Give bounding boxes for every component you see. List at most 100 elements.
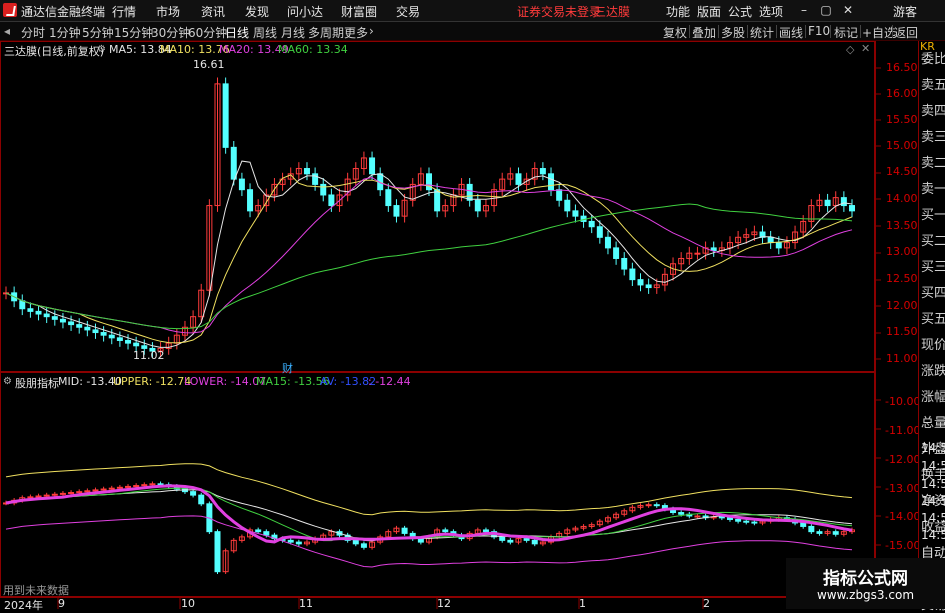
trade-time-label: 14:55	[921, 459, 945, 473]
menu-item-market[interactable]: 市场	[156, 3, 180, 20]
btn-back[interactable]: 返回	[894, 24, 918, 41]
trade-time-label: 14:56	[921, 511, 945, 525]
btn-f10[interactable]: F10	[808, 24, 830, 38]
period-tab-5min[interactable]: 5分钟	[82, 24, 114, 41]
indicator-tick-label: -11.00	[885, 424, 921, 437]
close-chart-icon[interactable]: ✕	[861, 42, 870, 55]
price-tick-label: 15.00	[886, 139, 918, 152]
price-tick-label: 16.00	[886, 87, 918, 100]
menu-layout[interactable]: 版面	[697, 3, 721, 20]
restore-icon[interactable]: ▢	[819, 3, 833, 17]
gear-icon[interactable]: ⚙	[97, 44, 107, 55]
month-label: 12	[437, 597, 451, 610]
low-price-mark: 11.02	[133, 349, 165, 362]
menu-item-wealth[interactable]: 财富圈	[341, 3, 377, 20]
toolbar-divider	[747, 25, 748, 38]
menu-item-trade[interactable]: 交易	[396, 3, 420, 20]
sidebar-item: 卖一	[921, 182, 945, 197]
price-tick-label: 12.00	[886, 299, 918, 312]
month-label: 9	[58, 597, 65, 610]
period-tab-more[interactable]: 更多	[344, 24, 368, 41]
indicator-extra-label: : -12.44	[368, 375, 411, 388]
menu-item-quotes[interactable]: 行情	[112, 3, 136, 20]
period-tab-weekly[interactable]: 周线	[253, 24, 277, 41]
btn-adjust[interactable]: 复权	[663, 24, 687, 41]
high-price-mark: 16.61	[193, 58, 225, 71]
sidebar-item: 买一	[921, 208, 945, 223]
indicator-tick-label: -13.00	[885, 482, 921, 495]
indicator-lower-label: LOWER: -14.07	[184, 375, 267, 388]
indicator-tick-label: -15.00	[885, 539, 921, 552]
menu-function[interactable]: 功能	[666, 3, 690, 20]
price-tick-label: 11.50	[886, 325, 918, 338]
period-tab-timeshare[interactable]: 分时	[21, 24, 45, 41]
btn-overlay[interactable]: 叠加	[692, 24, 716, 41]
toolbar-divider	[805, 25, 806, 38]
guest-login[interactable]: 游客	[893, 3, 917, 20]
indicator-gear-icon[interactable]: ⚙	[3, 376, 12, 387]
minimize-icon[interactable]: –	[797, 3, 811, 17]
finance-event-tag[interactable]: 财	[282, 360, 293, 376]
menu-options[interactable]: 选项	[759, 3, 783, 20]
grid-lines	[57, 67, 881, 609]
sidebar-item: 卖五	[921, 78, 945, 93]
indicator-ma15-label: MA15: -13.56	[256, 375, 330, 388]
toolbar-divider	[689, 25, 690, 38]
login-warning[interactable]: 证券交易未登录	[517, 3, 601, 20]
toolbar-divider	[776, 25, 777, 38]
more-chevron-icon[interactable]: ›	[369, 24, 374, 38]
sidebar-item: 卖四	[921, 104, 945, 119]
current-stock-name: 三达膜	[594, 5, 631, 19]
trade-time-label: 14:56	[921, 528, 945, 542]
btn-draw[interactable]: 画线	[779, 24, 803, 41]
period-tab-15min[interactable]: 15分钟	[114, 24, 153, 41]
indicator-tick-label: -12.00	[885, 453, 921, 466]
price-tick-label: 12.50	[886, 272, 918, 285]
menu-item-discover[interactable]: 发现	[245, 3, 269, 20]
price-tick-label: 14.00	[886, 192, 918, 205]
indicator-frame	[0, 372, 875, 597]
menu-item-news[interactable]: 资讯	[201, 3, 225, 20]
toolbar-divider	[830, 25, 831, 38]
btn-statistics[interactable]: 统计	[750, 24, 774, 41]
menu-formula[interactable]: 公式	[728, 3, 752, 20]
toolbar-left-arrow-icon[interactable]: ◂	[4, 24, 10, 38]
month-label: 11	[299, 597, 313, 610]
price-tick-label: 16.50	[886, 61, 918, 74]
period-tab-multi[interactable]: 多周期	[308, 24, 344, 41]
sidebar-item: 委比	[921, 52, 945, 67]
btn-add-watchlist[interactable]: +自选	[862, 24, 896, 41]
month-label: 2	[703, 597, 710, 610]
toolbar-divider	[860, 25, 861, 38]
ma60-label: MA60: 13.34	[278, 43, 348, 56]
close-icon[interactable]: ✕	[841, 3, 855, 17]
indicator-tick-label: -10.00	[885, 395, 921, 408]
period-tab-30min[interactable]: 30分钟	[151, 24, 190, 41]
price-tick-label: 14.50	[886, 165, 918, 178]
sidebar-item: 涨跌	[921, 364, 945, 379]
toolbar-divider	[892, 25, 893, 38]
period-toolbar: ◂ 分时 1分钟 5分钟 15分钟 30分钟 60分钟 日线 周线 月线 多周期…	[0, 22, 945, 41]
price-tick-label: 11.00	[886, 352, 918, 365]
menu-item-assistant[interactable]: 问小达	[287, 3, 323, 20]
sidebar-item: 涨幅	[921, 390, 945, 405]
sidebar-item: 卖二	[921, 156, 945, 171]
trade-time-label: 14:56	[921, 477, 945, 491]
period-tab-60min[interactable]: 60分钟	[188, 24, 227, 41]
period-tab-daily[interactable]: 日线	[225, 24, 249, 41]
price-tick-label: 13.50	[886, 219, 918, 232]
price-tick-label: 13.00	[886, 245, 918, 258]
future-data-note: 用到未来数据	[3, 584, 69, 597]
btn-mark[interactable]: 标记	[834, 24, 858, 41]
app-logo-icon	[3, 3, 17, 17]
main-candles	[3, 77, 855, 358]
period-tab-1min[interactable]: 1分钟	[49, 24, 81, 41]
period-tab-monthly[interactable]: 月线	[281, 24, 305, 41]
watermark: 指标公式网 www.zbgs3.com	[786, 558, 945, 609]
watermark-url: www.zbgs3.com	[816, 588, 915, 602]
kline-chart-area[interactable]	[0, 41, 918, 609]
btn-multi-stock[interactable]: 多股	[721, 24, 745, 41]
trade-time-label: 14:55	[921, 441, 945, 455]
sidebar-item: 买二	[921, 234, 945, 249]
diamond-icon[interactable]: ◇	[846, 43, 854, 56]
